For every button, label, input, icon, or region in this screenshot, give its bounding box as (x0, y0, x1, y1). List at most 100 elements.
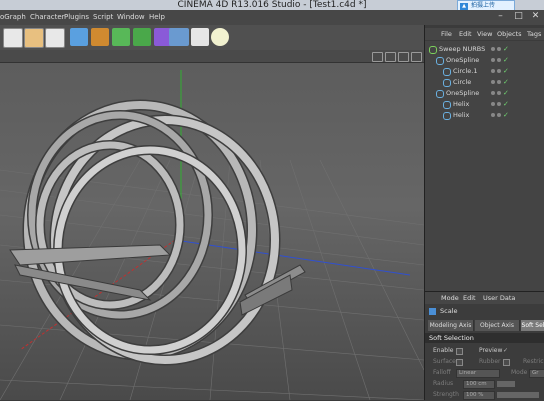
tab-soft-selection[interactable]: Soft Sel (521, 320, 544, 331)
object-tree-row-label: Sweep NURBS (439, 45, 486, 53)
editor-visibility-dot[interactable] (491, 58, 495, 62)
selection-label: Scale (440, 307, 458, 315)
menu-plugins[interactable]: Plugins (64, 13, 89, 21)
3d-viewport[interactable] (0, 50, 424, 400)
mode-label: Mode (511, 369, 528, 376)
editor-visibility-dot[interactable] (491, 113, 495, 117)
enabled-check-icon[interactable]: ✓ (503, 110, 509, 120)
object-manager-menu: File Edit View Objects Tags (425, 28, 544, 40)
zoom-view-icon[interactable] (385, 52, 396, 62)
light-icon[interactable] (211, 28, 229, 46)
mode-select[interactable]: Gr (529, 369, 544, 378)
om-menu-file[interactable]: File (441, 30, 452, 38)
attr-menu-mode[interactable]: Mode (441, 294, 459, 302)
object-tree: Sweep NURBS ✓ OneSpline ✓ Circle.1 ✓ Circle ✓ On… (425, 41, 544, 299)
array-icon[interactable] (133, 28, 151, 46)
object-tree-row[interactable]: OneSpline ✓ (425, 55, 544, 65)
strength-label: Strength (433, 391, 459, 398)
render-visibility-dot[interactable] (497, 80, 501, 84)
floor-icon[interactable] (169, 28, 189, 46)
render-to-picture-viewer-icon[interactable] (24, 28, 44, 48)
preview-label: Preview (479, 347, 503, 354)
editor-visibility-dot[interactable] (491, 102, 495, 106)
object-tree-row[interactable]: OneSpline ✓ (425, 88, 544, 98)
enable-label: Enable (433, 347, 454, 354)
render-visibility-dot[interactable] (497, 91, 501, 95)
subdivision-icon[interactable] (112, 28, 130, 46)
render-view-icon[interactable] (3, 28, 23, 48)
surface-row: Surface Rubber Restric (425, 357, 544, 367)
surface-checkbox[interactable] (456, 359, 463, 366)
strength-slider[interactable] (497, 392, 539, 398)
attr-menu-user-data[interactable]: User Data (483, 294, 515, 302)
editor-visibility-dot[interactable] (491, 80, 495, 84)
rubber-checkbox[interactable] (503, 359, 510, 366)
object-tree-row[interactable]: Helix ✓ (425, 99, 544, 109)
camera-icon[interactable] (191, 28, 209, 46)
rubber-label: Rubber (479, 358, 501, 365)
enabled-check-icon[interactable]: ✓ (503, 99, 509, 109)
object-tree-row-label: OneSpline (446, 89, 480, 97)
attribute-manager: Mode Edit User Data Scale Modeling Axis … (425, 291, 544, 401)
enabled-check-icon[interactable]: ✓ (503, 77, 509, 87)
attribute-tabs: Modeling Axis Object Axis Soft Sel (425, 320, 544, 331)
render-visibility-dot[interactable] (497, 113, 501, 117)
spline-group-icon (436, 90, 444, 98)
tab-object-axis[interactable]: Object Axis (475, 320, 520, 331)
enabled-check-icon[interactable]: ✓ (503, 66, 509, 76)
object-tree-row[interactable]: Helix ✓ (425, 110, 544, 120)
toggle-view-icon[interactable] (411, 52, 422, 62)
om-menu-tags[interactable]: Tags (527, 30, 541, 38)
tab-modeling-axis[interactable]: Modeling Axis (428, 320, 474, 331)
render-visibility-dot[interactable] (497, 69, 501, 73)
falloff-select[interactable]: Linear (456, 369, 500, 378)
viewport-toolbar (0, 50, 424, 63)
object-tree-row-label: Helix (453, 100, 470, 108)
menu-help[interactable]: Help (149, 13, 165, 21)
attr-menu-edit[interactable]: Edit (463, 294, 476, 302)
radius-slider[interactable] (497, 381, 515, 387)
menu-window[interactable]: Window (117, 13, 145, 21)
render-visibility-dot[interactable] (497, 58, 501, 62)
render-visibility-dot[interactable] (497, 102, 501, 106)
om-menu-objects[interactable]: Objects (497, 30, 522, 38)
menu-mograph[interactable]: oGraph (0, 13, 26, 21)
enabled-check-icon[interactable]: ✓ (503, 44, 509, 54)
minimize-button[interactable]: – (492, 10, 509, 24)
editor-visibility-dot[interactable] (491, 47, 495, 51)
title-bar: CINEMA 4D R13.016 Studio - [Test1.c4d *]… (0, 0, 544, 11)
soft-selection-section: Soft Selection (425, 333, 544, 343)
object-tree-row[interactable]: Sweep NURBS ✓ (425, 44, 544, 54)
spline-group-icon (436, 57, 444, 65)
editor-visibility-dot[interactable] (491, 69, 495, 73)
radius-input[interactable]: 100 cm (463, 380, 495, 389)
helix-spline-icon (443, 101, 451, 109)
object-tree-row-label: Helix (453, 111, 470, 119)
attribute-menu: Mode Edit User Data (425, 292, 544, 304)
enabled-check-icon[interactable]: ✓ (503, 55, 509, 65)
enable-checkbox[interactable] (456, 348, 463, 355)
rotate-view-icon[interactable] (398, 52, 409, 62)
editor-visibility-dot[interactable] (491, 91, 495, 95)
right-panel: File Edit View Objects Tags Sweep NURBS ✓… (424, 25, 544, 401)
edit-render-settings-icon[interactable] (45, 28, 65, 48)
render-visibility-dot[interactable] (497, 47, 501, 51)
maximize-button[interactable]: □ (510, 10, 527, 24)
cube-icon[interactable] (70, 28, 88, 46)
menu-script[interactable]: Script (93, 13, 113, 21)
move-view-icon[interactable] (372, 52, 383, 62)
object-tree-row-label: Circle (453, 78, 472, 86)
pen-spline-icon[interactable] (91, 28, 109, 46)
preview-checkbox[interactable]: ✓ (503, 346, 508, 356)
enabled-check-icon[interactable]: ✓ (503, 88, 509, 98)
falloff-row: Falloff Linear Mode Gr (425, 368, 544, 378)
object-tree-row[interactable]: Circle.1 ✓ (425, 66, 544, 76)
close-button[interactable]: ✕ (527, 10, 544, 24)
restrict-label: Restric (523, 358, 544, 365)
om-menu-view[interactable]: View (477, 30, 492, 38)
om-menu-edit[interactable]: Edit (459, 30, 472, 38)
menu-character[interactable]: Character (30, 13, 65, 21)
strength-input[interactable]: 100 % (463, 391, 495, 400)
object-tree-row-label: Circle.1 (453, 67, 478, 75)
object-tree-row[interactable]: Circle ✓ (425, 77, 544, 87)
